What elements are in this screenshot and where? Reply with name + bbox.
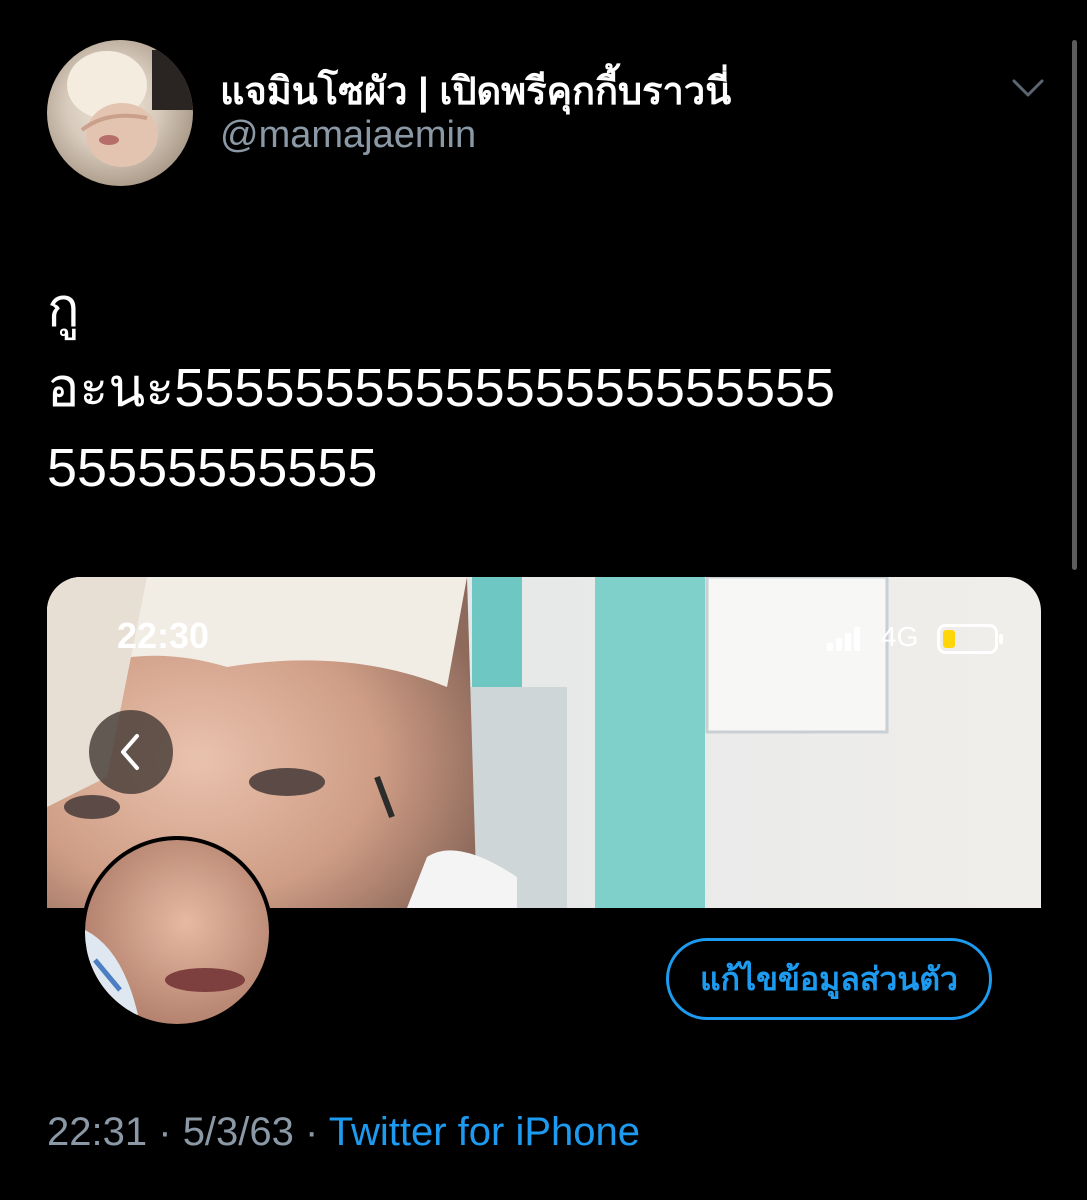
meta-separator: · (158, 1110, 172, 1154)
profile-photo (85, 840, 269, 1024)
tweet-source-link[interactable]: Twitter for iPhone (329, 1110, 640, 1154)
meta-separator: · (305, 1110, 319, 1154)
chevron-left-icon (121, 734, 139, 770)
chevron-down-icon[interactable] (1010, 70, 1046, 106)
tweet-time[interactable]: 22:31 (47, 1110, 147, 1154)
author-handle[interactable]: @mamajaemin (220, 114, 476, 157)
author-avatar[interactable] (47, 40, 193, 186)
avatar-image (67, 50, 193, 167)
network-type: 4G (881, 621, 919, 652)
tweet-text: กู อะนะ5555555555555555555555 5555555555… (47, 278, 836, 498)
tweet-meta: 22:31 · 5/3/63 · Twitter for iPhone (47, 1110, 640, 1155)
profile-picture[interactable] (81, 836, 273, 1028)
back-button[interactable] (89, 710, 173, 794)
battery-icon (937, 624, 1003, 654)
edit-profile-button[interactable]: แก้ไขข้อมูลส่วนตัว (666, 938, 992, 1020)
status-bar-time: 22:30 (117, 615, 210, 656)
tweet-date[interactable]: 5/3/63 (183, 1110, 294, 1154)
scrollbar[interactable] (1072, 40, 1077, 570)
signal-bars-icon (827, 627, 860, 651)
author-display-name[interactable]: แจมินโซผัว | เปิดพรีคุกกี้บราวนี่ (220, 60, 731, 121)
